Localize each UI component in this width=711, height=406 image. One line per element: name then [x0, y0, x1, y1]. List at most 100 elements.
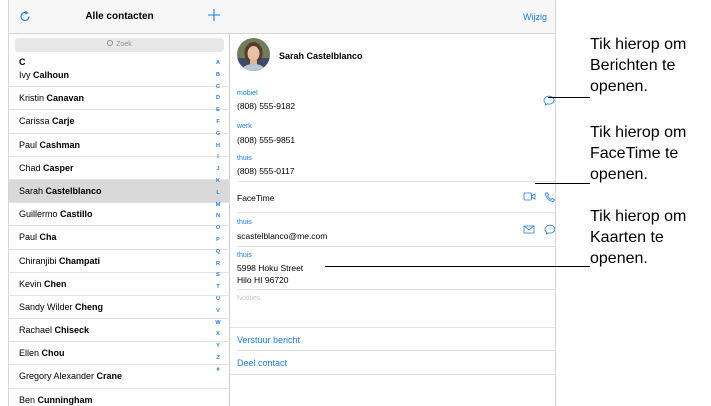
contact-first-name: Ellen: [19, 348, 42, 359]
phone-label-mobile: mobiel: [237, 90, 258, 97]
contact-row[interactable]: Carissa Carje: [9, 110, 230, 134]
callout-line-maps: [325, 266, 590, 267]
contact-first-name: Paul: [19, 139, 40, 150]
index-letter[interactable]: A: [211, 58, 225, 70]
contact-first-name: Sandy Wilder: [19, 301, 76, 312]
callout-text-line: Tik hierop om: [590, 124, 687, 141]
index-letter[interactable]: R: [211, 259, 225, 271]
contact-row[interactable]: Chiranjibi Champati: [9, 250, 230, 273]
contact-row[interactable]: Rachael Chiseck: [9, 319, 230, 343]
send-message-link[interactable]: Verstuur bericht: [237, 335, 300, 345]
index-letter[interactable]: K: [211, 176, 225, 188]
contact-first-name: Kristin: [19, 93, 47, 104]
index-letter[interactable]: M: [211, 200, 225, 212]
search-icon: [107, 40, 114, 46]
index-letter[interactable]: B: [211, 70, 225, 82]
contact-last-name: Cashman: [39, 139, 81, 150]
contact-row[interactable]: Kristin Canavan: [9, 87, 230, 111]
message-bubble-icon[interactable]: [544, 224, 556, 235]
mail-icon[interactable]: [523, 225, 535, 234]
share-contact-link[interactable]: Deel contact: [237, 358, 287, 368]
contact-row[interactable]: Paul Cha: [9, 226, 230, 250]
index-letter[interactable]: G: [211, 129, 225, 141]
index-letter[interactable]: C: [211, 82, 225, 94]
index-letter[interactable]: D: [211, 93, 225, 105]
contact-row[interactable]: Sandy Wilder Cheng: [9, 296, 230, 320]
index-letter[interactable]: Z: [211, 353, 225, 365]
phone-value-work[interactable]: (808) 555-9851: [237, 135, 295, 145]
index-letter[interactable]: W: [211, 318, 225, 330]
edit-button[interactable]: Wijzig: [523, 12, 547, 22]
index-letter[interactable]: Y: [211, 341, 225, 353]
contact-name: Sarah Castelblanco: [279, 51, 363, 61]
contact-first-name: Chad: [19, 162, 44, 173]
contact-row[interactable]: Sarah Castelblanco: [9, 179, 230, 204]
address-line1[interactable]: 5998 Hoku Street: [237, 263, 303, 273]
search-input[interactable]: Zoek: [15, 38, 224, 52]
contact-row[interactable]: Guillermo Castillo: [9, 203, 230, 227]
contact-last-name: Canavan: [46, 93, 85, 104]
phone-icon[interactable]: [544, 191, 556, 203]
contact-first-name: Ivy: [19, 70, 34, 80]
contact-first-name: Guillermo: [19, 209, 61, 220]
index-letter[interactable]: O: [211, 223, 225, 235]
index-letter[interactable]: T: [211, 282, 225, 294]
contact-row[interactable]: Kevin Chen: [9, 273, 230, 296]
notes-field[interactable]: Notities: [237, 295, 260, 302]
contact-last-name: Calhoun: [33, 70, 70, 80]
contact-last-name: Champati: [59, 255, 101, 266]
phone-label-home: thuis: [237, 155, 252, 162]
divider: [237, 212, 555, 213]
index-letter[interactable]: L: [211, 188, 225, 200]
contact-last-name: Crane: [96, 371, 123, 382]
contact-first-name: Gregory Alexander: [19, 371, 97, 382]
index-letter[interactable]: S: [211, 270, 225, 282]
contact-last-name: Carje: [52, 116, 75, 127]
alphabet-index[interactable]: A B C D E F G H I J K L M N O P Q R S T U V W X Y Z #: [211, 58, 225, 377]
callout-text-line: openen.: [590, 78, 648, 95]
index-letter[interactable]: E: [211, 105, 225, 117]
divider: [230, 374, 555, 375]
contact-row[interactable]: Ellen Chou: [9, 342, 230, 366]
contact-detail-pane: Wijzig Sarah Castelblanco mobiel (808) 5…: [230, 0, 556, 406]
index-letter[interactable]: X: [211, 329, 225, 341]
detail-header: Wijzig: [230, 0, 555, 34]
search-placeholder: Zoek: [116, 41, 132, 48]
facetime-label[interactable]: FaceTime: [237, 193, 274, 203]
avatar: [237, 38, 270, 71]
index-letter[interactable]: I: [211, 152, 225, 164]
contact-row[interactable]: Ben Cunningham: [9, 389, 230, 406]
callout-maps: Tik hierop om Kaarten te openen.: [590, 206, 711, 269]
contact-last-name: Chou: [41, 348, 65, 359]
phone-value-home[interactable]: (808) 555-0117: [237, 166, 295, 176]
index-letter[interactable]: Q: [211, 247, 225, 259]
contact-last-name: Castelblanco: [45, 185, 102, 196]
index-letter[interactable]: H: [211, 141, 225, 153]
address-line2[interactable]: Hilo HI 96720: [237, 275, 289, 285]
contact-row[interactable]: Gregory Alexander Crane: [9, 365, 230, 389]
contact-first-name: Paul: [19, 232, 40, 243]
email-value[interactable]: scastelblanco@me.com: [237, 231, 327, 241]
index-letter[interactable]: #: [211, 365, 225, 377]
phone-value-mobile[interactable]: (808) 555-9182: [237, 101, 295, 111]
index-letter[interactable]: N: [211, 211, 225, 223]
index-letter[interactable]: J: [211, 164, 225, 176]
callout-text-line: Kaarten te: [590, 229, 664, 246]
contact-row[interactable]: Chad Casper: [9, 157, 230, 180]
email-label: thuis: [237, 219, 252, 226]
list-title: Alle contacten: [85, 11, 154, 22]
index-letter[interactable]: P: [211, 235, 225, 247]
add-contact-icon[interactable]: [207, 8, 221, 22]
contact-last-name: Casper: [43, 162, 74, 173]
index-letter[interactable]: V: [211, 306, 225, 318]
contact-last-name: Castillo: [60, 209, 93, 220]
phone-label-work: werk: [237, 123, 252, 130]
contact-first-name: Sarah: [19, 185, 46, 196]
callout-messages: Tik hierop om Berichten te openen.: [590, 34, 711, 97]
index-letter[interactable]: U: [211, 294, 225, 306]
contact-first-name: Carissa: [19, 116, 53, 127]
facetime-video-icon[interactable]: [523, 191, 536, 202]
contact-row[interactable]: Paul Cashman: [9, 134, 230, 157]
index-letter[interactable]: F: [211, 117, 225, 129]
contact-row[interactable]: Ivy Calhoun: [9, 64, 230, 88]
